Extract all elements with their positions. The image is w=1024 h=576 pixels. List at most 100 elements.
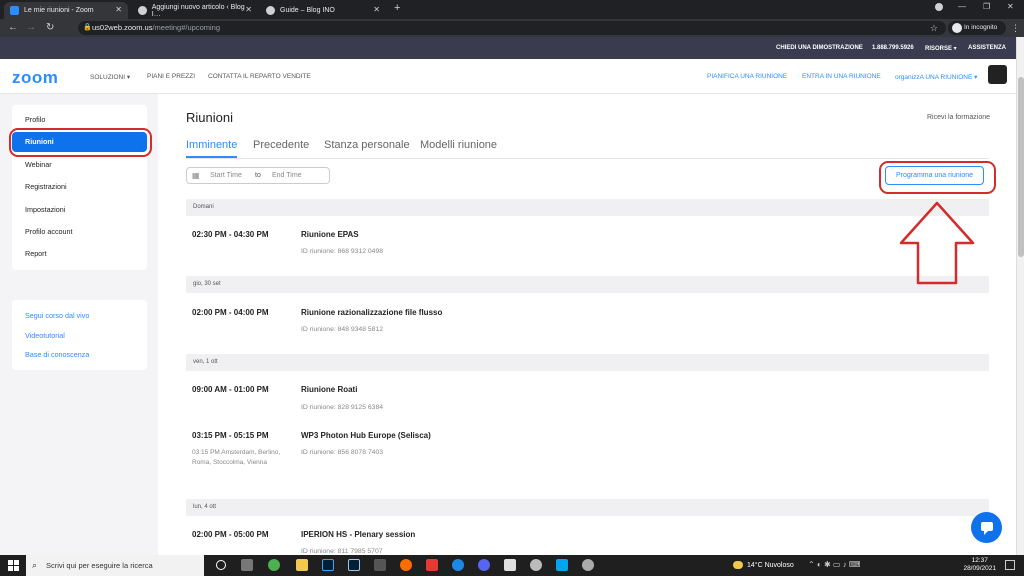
discord-icon[interactable] [478, 559, 490, 571]
incognito-icon [952, 23, 962, 33]
knowledge-base-link[interactable]: Base di conoscenza [25, 350, 89, 359]
meeting-time: 03:15 PM - 05:15 PM [192, 431, 269, 440]
tab-previous[interactable]: Precedente [253, 139, 309, 151]
chat-bubble-icon [981, 522, 993, 535]
meeting-title[interactable]: WP3 Photon Hub Europe (Selisca) [301, 431, 431, 440]
tab-title: Le mie riunioni - Zoom [24, 7, 94, 14]
annotation-highlight-meetings [9, 128, 152, 157]
tab-title: Guide – Blog INO [280, 7, 335, 14]
app-icon-4[interactable] [556, 559, 568, 571]
avatar[interactable] [988, 65, 1007, 84]
calendar-icon: ▦ [192, 171, 200, 180]
weather-cloud-icon [733, 561, 743, 569]
acrobat-icon[interactable] [426, 559, 438, 571]
app-icon-5[interactable] [582, 559, 594, 571]
lightroom-icon[interactable] [348, 559, 360, 571]
back-arrow-icon[interactable]: ← [8, 21, 18, 35]
meeting-title[interactable]: Riunione razionalizzazione file flusso [301, 308, 442, 317]
tab-divider [186, 158, 989, 159]
day-header: gio, 30 set [186, 276, 989, 293]
file-explorer-icon[interactable] [296, 559, 308, 571]
end-time-input[interactable]: End Time [272, 172, 302, 179]
maximize-icon[interactable]: ❐ [983, 2, 990, 11]
join-meeting-link[interactable]: ENTRA IN UNA RIUNIONE [802, 73, 881, 80]
day-header: Domani [186, 199, 989, 216]
lock-icon: 🔒 [83, 24, 92, 31]
meeting-title[interactable]: Riunione EPAS [301, 230, 359, 239]
phone-number: 1.888.799.5926 [872, 45, 914, 51]
meeting-time: 02:30 PM - 04:30 PM [192, 230, 269, 239]
meeting-title[interactable]: IPERION HS - Plenary session [301, 530, 415, 539]
url-field[interactable]: 🔒 us02web.zoom.us/meeting#/upcoming ☆ [78, 21, 946, 35]
day-header: lun, 4 ott [186, 499, 989, 516]
profile-dot-icon[interactable] [935, 3, 943, 11]
reload-icon[interactable]: ↻ [46, 21, 54, 35]
browser-icon[interactable] [452, 559, 464, 571]
resources-menu[interactable]: RISORSE ▾ [925, 45, 957, 52]
app-icon[interactable] [374, 559, 386, 571]
browser-tab-blog-article[interactable]: Aggiungi nuovo articolo ‹ Blog I… ✕ [132, 2, 258, 19]
app-icon-2[interactable] [504, 559, 516, 571]
contact-sales-link[interactable]: CONTATTA IL REPARTO VENDITE [208, 73, 311, 80]
incognito-label: In incognito [964, 24, 998, 31]
close-window-icon[interactable]: ✕ [1007, 2, 1014, 11]
bookmark-star-icon[interactable]: ☆ [930, 21, 938, 35]
url-host: us02web.zoom.us [92, 23, 153, 32]
url-path: /meeting#/upcoming [152, 23, 220, 32]
browser-tab-bar: Le mie riunioni - Zoom ✕ Aggiungi nuovo … [0, 0, 1024, 19]
meeting-title[interactable]: Riunione Roati [301, 385, 357, 394]
start-time-input[interactable]: Start Time [210, 172, 242, 179]
close-tab-icon[interactable]: ✕ [115, 5, 122, 14]
browser-address-bar: ← → ↻ 🔒 us02web.zoom.us/meeting#/upcomin… [0, 19, 1024, 37]
zoom-top-bar: CHIEDI UNA DIMOSTRAZIONE 1.888.799.5926 … [0, 37, 1016, 59]
tab-meeting-templates[interactable]: Modelli riunione [420, 139, 497, 151]
taskbar-clock[interactable]: 12:37 28/09/2021 [963, 557, 996, 573]
tab-upcoming[interactable]: Imminente [186, 139, 237, 151]
cortana-icon[interactable] [216, 560, 226, 570]
minimize-icon[interactable]: — [958, 2, 966, 11]
new-tab-button[interactable]: + [394, 2, 400, 14]
chrome-icon[interactable] [268, 559, 280, 571]
sidebar-item-webinar[interactable]: Webinar [12, 155, 147, 175]
host-meeting-menu[interactable]: organizzA UNA RIUNIONE ▾ [895, 73, 977, 81]
zoom-logo[interactable]: zoom [12, 68, 58, 88]
zoom-header: zoom SOLUZIONI ▾ PIANI E PREZZI CONTATTA… [0, 59, 1016, 94]
sidebar-item-profile[interactable]: Profilo [12, 110, 147, 130]
globe-icon [266, 6, 275, 15]
sidebar-item-recordings[interactable]: Registrazioni [12, 177, 147, 197]
clock-time: 12:37 [971, 557, 988, 564]
tab-title: Aggiungi nuovo articolo ‹ Blog I… [151, 3, 245, 18]
sidebar-item-account-profile[interactable]: Profilo account [12, 222, 147, 242]
page-scrollbar[interactable] [1016, 37, 1024, 555]
solutions-menu[interactable]: SOLUZIONI ▾ [90, 73, 130, 81]
browser-menu-icon[interactable]: ⋮ [1011, 21, 1020, 35]
close-tab-icon[interactable]: ✕ [245, 5, 252, 14]
system-tray-icons[interactable]: ⌃ ◐ ✱ ▭ ♪ ⌨ [808, 560, 860, 569]
app-icon-3[interactable] [530, 559, 542, 571]
close-tab-icon[interactable]: ✕ [373, 5, 380, 14]
get-training-link[interactable]: Ricevi la formazione [927, 114, 990, 121]
live-training-link[interactable]: Segui corso dal vivo [25, 311, 89, 320]
taskbar-search-input[interactable]: ⌕ Scrivi qui per eseguire la ricerca [26, 555, 204, 576]
date-range-filter[interactable]: ▦ Start Time to End Time [186, 167, 330, 184]
sidebar-item-settings[interactable]: Impostazioni [12, 200, 147, 220]
browser-tab-zoom[interactable]: Le mie riunioni - Zoom ✕ [4, 2, 128, 19]
sidebar-item-reports[interactable]: Report [12, 244, 147, 264]
scrollbar-thumb[interactable] [1018, 77, 1024, 257]
support-link[interactable]: ASSISTENZA [968, 45, 1006, 51]
firefox-icon[interactable] [400, 559, 412, 571]
photoshop-icon[interactable] [322, 559, 334, 571]
forward-arrow-icon[interactable]: → [26, 21, 36, 35]
browser-tab-guide[interactable]: Guide – Blog INO ✕ [260, 2, 386, 19]
weather-text[interactable]: 14°C Nuvoloso [747, 562, 794, 569]
incognito-indicator[interactable]: In incognito [948, 21, 1006, 35]
schedule-meeting-link[interactable]: PIANIFICA UNA RIUNIONE [707, 73, 787, 80]
chat-support-button[interactable] [971, 512, 1002, 543]
notifications-icon[interactable] [1005, 560, 1015, 570]
plans-pricing-link[interactable]: PIANI E PREZZI [147, 73, 195, 80]
tab-personal-room[interactable]: Stanza personale [324, 139, 410, 151]
windows-start-icon[interactable] [8, 560, 19, 571]
request-demo-link[interactable]: CHIEDI UNA DIMOSTRAZIONE [776, 45, 863, 51]
task-view-icon[interactable] [241, 559, 253, 571]
video-tutorials-link[interactable]: Videotutorial [25, 331, 65, 340]
